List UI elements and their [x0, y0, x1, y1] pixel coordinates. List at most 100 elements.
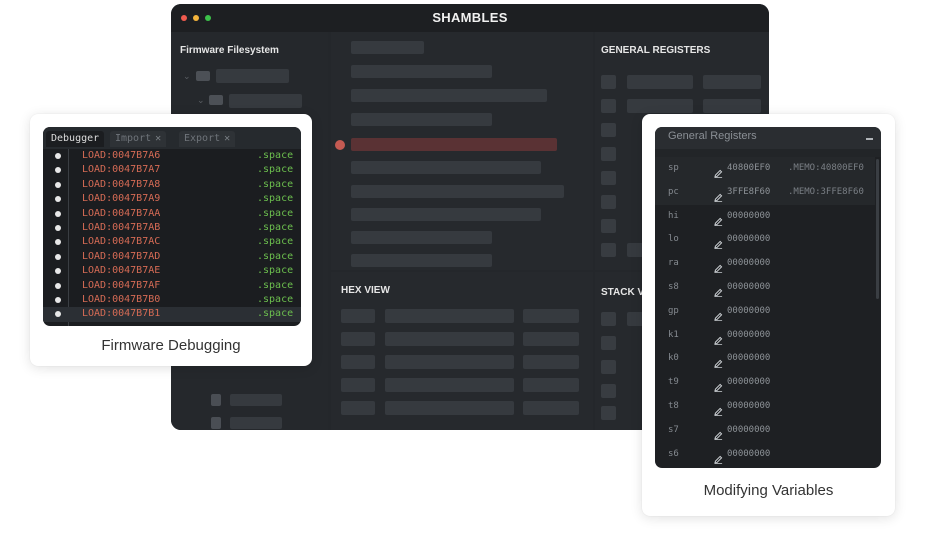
memory-reference: .MEMO:3FFE8F60 — [788, 186, 864, 197]
breakpoint-bullet-icon[interactable] — [55, 225, 61, 231]
register-value[interactable]: 00000000 — [727, 205, 770, 229]
register-cell — [627, 75, 693, 89]
list-item[interactable]: LOAD:0047B7A6 .space — [43, 149, 301, 163]
register-value[interactable]: 00000000 — [727, 252, 770, 276]
pencil-icon[interactable] — [714, 379, 723, 393]
list-item[interactable]: LOAD:0047B7B1 .space — [43, 307, 301, 322]
pencil-icon[interactable] — [714, 260, 723, 274]
table-row[interactable]: k1 00000000 — [655, 324, 875, 348]
pencil-icon[interactable] — [714, 165, 723, 178]
register-value[interactable]: 00000000 — [727, 276, 770, 300]
pencil-icon[interactable] — [714, 403, 723, 416]
pencil-icon[interactable] — [714, 189, 723, 202]
hex-cell — [341, 378, 375, 392]
table-row[interactable]: sp 40800EF0 .MEMO:40800EF0 — [655, 157, 875, 181]
chevron-down-icon[interactable]: ⌄ — [183, 71, 191, 82]
hex-cell — [385, 355, 514, 369]
tree-item[interactable] — [216, 69, 289, 83]
table-row[interactable]: t9 00000000 — [655, 371, 875, 395]
list-item[interactable]: LOAD:0047B7A9 .space — [43, 192, 301, 206]
pencil-icon[interactable] — [714, 236, 723, 250]
list-item[interactable]: LOAD:0047B7AD .space — [43, 250, 301, 264]
register-value[interactable]: 00000000 — [727, 228, 770, 252]
breakpoint-icon[interactable] — [335, 140, 345, 150]
table-row[interactable]: ra 00000000 — [655, 252, 875, 276]
code-line[interactable] — [351, 161, 541, 174]
tab-export[interactable]: Export ✕ — [179, 131, 236, 147]
pencil-icon[interactable] — [714, 332, 723, 345]
breakpoint-bullet-icon[interactable] — [55, 210, 61, 217]
minimize-icon[interactable] — [866, 138, 873, 140]
register-value[interactable]: 00000000 — [727, 371, 770, 395]
tab-import[interactable]: Import ✕ — [110, 131, 167, 147]
breakpoint-bullet-icon[interactable] — [55, 253, 61, 260]
scrollbar[interactable] — [876, 159, 879, 299]
table-row[interactable]: t8 00000000 — [655, 395, 875, 419]
register-cell — [703, 75, 761, 89]
chevron-down-icon[interactable]: ⌄ — [197, 95, 205, 106]
register-name: k0 — [668, 353, 679, 364]
register-name: lo — [668, 234, 679, 245]
code-line[interactable] — [351, 208, 541, 221]
memory-reference: .MEMO:40800EF0 — [788, 163, 864, 173]
register-value[interactable]: 00000000 — [727, 443, 770, 467]
breakpoint-bullet-icon[interactable] — [55, 268, 61, 275]
list-item[interactable]: LOAD:0047B7AE .space — [43, 264, 301, 278]
breakpoint-bullet-icon[interactable] — [55, 311, 61, 318]
code-line-current[interactable] — [351, 138, 557, 151]
pencil-icon[interactable] — [714, 284, 723, 297]
close-icon[interactable]: ✕ — [224, 131, 230, 147]
table-row[interactable]: hi 00000000 — [655, 205, 875, 229]
code-line[interactable] — [351, 231, 492, 244]
pencil-icon[interactable] — [714, 213, 723, 226]
code-line[interactable] — [351, 185, 564, 198]
register-value[interactable]: 00000000 — [727, 395, 770, 419]
breakpoint-bullet-icon[interactable] — [55, 196, 61, 203]
table-row[interactable]: k0 00000000 — [655, 347, 875, 371]
table-row[interactable]: s6 00000000 — [655, 443, 875, 467]
breakpoint-bullet-icon[interactable] — [55, 167, 61, 174]
breakpoint-bullet-icon[interactable] — [55, 153, 61, 159]
register-value[interactable]: 40800EF0 — [727, 157, 770, 181]
register-cell — [703, 99, 761, 113]
register-value[interactable]: 00000000 — [727, 300, 770, 324]
list-item[interactable]: LOAD:0047B7A7 .space — [43, 163, 301, 177]
table-row[interactable]: gp 00000000 — [655, 300, 875, 324]
list-item[interactable]: LOAD:0047B7AB .space — [43, 221, 301, 235]
table-row[interactable]: s8 00000000 — [655, 276, 875, 300]
table-row[interactable]: pc 3FFE8F60 .MEMO:3FFE8F60 — [655, 180, 875, 205]
pencil-icon[interactable] — [714, 427, 723, 440]
register-value[interactable]: 3FFE8F60 — [727, 181, 770, 205]
tree-item[interactable] — [229, 94, 302, 108]
code-line[interactable] — [351, 113, 492, 126]
code-line[interactable] — [351, 65, 492, 78]
register-value[interactable]: 00000000 — [727, 419, 770, 443]
code-line[interactable] — [351, 89, 547, 102]
close-icon[interactable]: ✕ — [155, 131, 161, 147]
table-row[interactable]: lo 00000000 — [655, 228, 875, 252]
tree-item[interactable] — [230, 417, 282, 429]
code-line[interactable] — [351, 41, 424, 54]
register-value[interactable]: 00000000 — [727, 324, 770, 348]
breakpoint-bullet-icon[interactable] — [55, 239, 61, 246]
breakpoint-bullet-icon[interactable] — [55, 181, 61, 188]
stack-cell — [601, 360, 616, 374]
breakpoint-bullet-icon[interactable] — [55, 297, 61, 303]
list-item[interactable]: LOAD:0047B7AF .space — [43, 279, 301, 293]
list-item[interactable]: LOAD:0047B7AC .space — [43, 235, 301, 249]
pencil-icon[interactable] — [714, 308, 723, 321]
list-item[interactable]: LOAD:0047B7B0 .space — [43, 293, 301, 307]
tree-item[interactable] — [230, 394, 282, 406]
code-line[interactable] — [351, 254, 492, 267]
register-value[interactable]: 00000000 — [727, 347, 770, 371]
table-row[interactable]: s7 00000000 — [655, 419, 875, 443]
register-name: s7 — [668, 424, 679, 435]
address-label: LOAD:0047B7B1 — [82, 308, 161, 320]
breakpoint-bullet-icon[interactable] — [55, 282, 61, 289]
list-item[interactable]: LOAD:0047B7AA .space — [43, 207, 301, 221]
pencil-icon[interactable] — [714, 355, 723, 369]
list-item[interactable]: LOAD:0047B7A8 .space — [43, 178, 301, 192]
pencil-icon[interactable] — [714, 451, 723, 464]
tab-debugger[interactable]: Debugger — [46, 131, 105, 147]
register-name: hi — [668, 210, 679, 221]
